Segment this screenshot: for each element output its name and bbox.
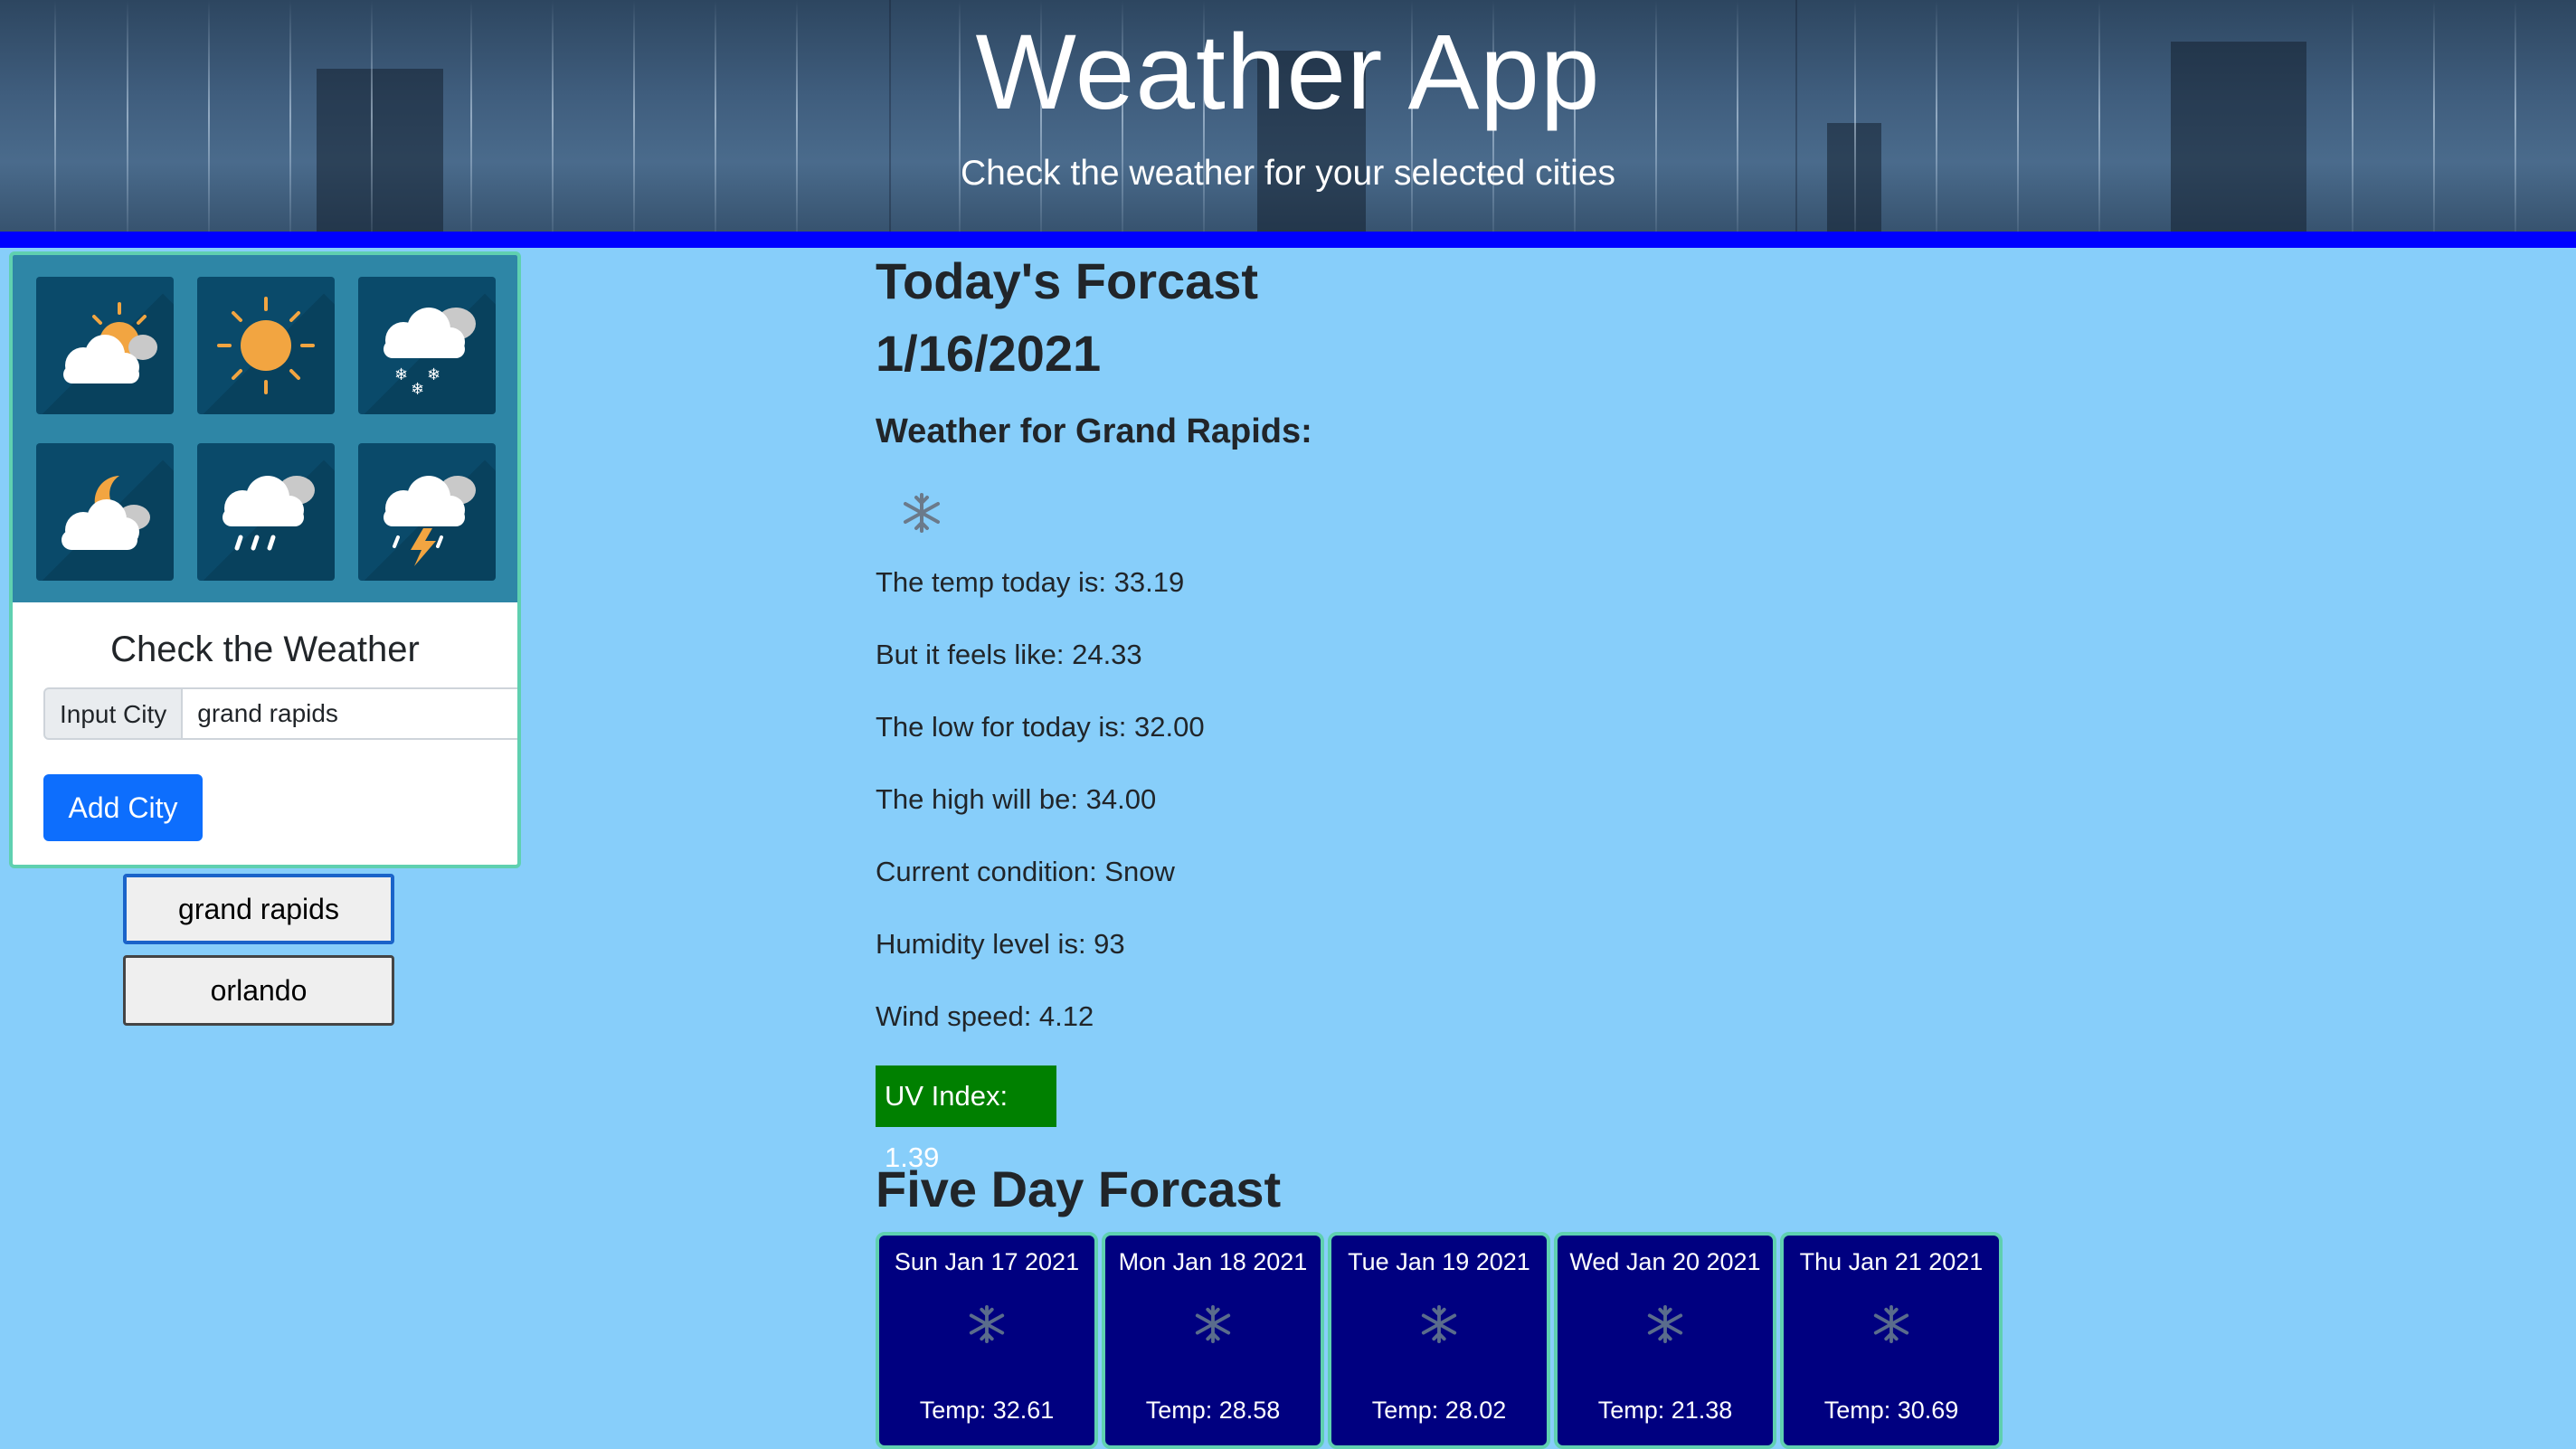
forecast-day-card: Tue Jan 19 2021 Temp: 28.02 — [1328, 1232, 1550, 1449]
partly-sunny-icon — [36, 277, 174, 414]
forecast-date: Tue Jan 19 2021 — [1348, 1248, 1530, 1275]
forecast-day-card: Wed Jan 20 2021 Temp: 21.38 — [1554, 1232, 1776, 1449]
city-input[interactable] — [183, 687, 517, 740]
forecast-temp: Temp: 21.38 — [1597, 1397, 1733, 1424]
feels-like: But it feels like: 24.33 — [876, 639, 1142, 670]
forecast-temp: Temp: 32.61 — [919, 1397, 1055, 1424]
wind-speed: Wind speed: 4.12 — [876, 1000, 1094, 1032]
snowflake-icon — [901, 492, 942, 538]
city-input-group: Input City — [43, 687, 517, 740]
app-subtitle: Check the weather for your selected citi… — [960, 154, 1615, 193]
today-heading: Today's Forcast — [876, 252, 1259, 309]
forecast-day-card: Thu Jan 21 2021 Temp: 30.69 — [1780, 1232, 2003, 1449]
temp-today: The temp today is: 33.19 — [876, 566, 1185, 598]
app-title: Weather App — [975, 13, 1601, 132]
search-card-title: Check the Weather — [110, 630, 420, 669]
saved-city-button-orlando[interactable]: orlando — [123, 955, 394, 1026]
add-city-button[interactable]: Add City — [43, 774, 203, 841]
high-today: The high will be: 34.00 — [876, 783, 1157, 815]
svg-text:❄: ❄ — [411, 380, 424, 399]
snowflake-icon — [1419, 1304, 1459, 1349]
header-banner: Weather App Check the weather for your s… — [0, 0, 2576, 232]
snowflake-icon — [1193, 1304, 1233, 1349]
today-date: 1/16/2021 — [876, 325, 1102, 382]
forecast-temp: Temp: 28.58 — [1145, 1397, 1281, 1424]
weather-icons-banner: ❄ ❄ ❄ — [13, 255, 517, 602]
five-day-heading: Five Day Forcast — [876, 1160, 1282, 1217]
sun-icon — [197, 277, 335, 414]
forecast-date: Thu Jan 21 2021 — [1799, 1248, 1984, 1275]
snowflake-icon — [1871, 1304, 1911, 1349]
thunderstorm-icon — [358, 443, 496, 581]
humidity-level: Humidity level is: 93 — [876, 928, 1125, 960]
svg-text:❄: ❄ — [394, 365, 408, 384]
search-card: ❄ ❄ ❄ Check the Weather Input City grand… — [9, 251, 521, 868]
forecast-date: Wed Jan 20 2021 — [1569, 1248, 1761, 1275]
rain-cloud-icon — [197, 443, 335, 581]
location-heading: Weather for Grand Rapids: — [876, 412, 1312, 450]
header-divider — [0, 232, 2576, 248]
saved-city-button-grand-rapids[interactable]: grand rapids — [123, 874, 394, 944]
forecast-temp: Temp: 28.02 — [1371, 1397, 1507, 1424]
forecast-temp: Temp: 30.69 — [1823, 1397, 1959, 1424]
forecast-date: Mon Jan 18 2021 — [1118, 1248, 1308, 1275]
svg-text:❄: ❄ — [427, 365, 440, 384]
uv-index-badge: UV Index: 1.39 — [876, 1065, 1056, 1173]
forecast-day-card: Mon Jan 18 2021 Temp: 28.58 — [1102, 1232, 1324, 1449]
night-cloud-icon — [36, 443, 174, 581]
city-input-label: Input City — [43, 687, 184, 740]
snowflake-icon — [967, 1304, 1007, 1349]
snow-cloud-icon: ❄ ❄ ❄ — [358, 277, 496, 414]
snowflake-icon — [1645, 1304, 1685, 1349]
low-today: The low for today is: 32.00 — [876, 711, 1205, 743]
forecast-day-card: Sun Jan 17 2021 Temp: 32.61 — [876, 1232, 1098, 1449]
current-condition: Current condition: Snow — [876, 856, 1175, 887]
forecast-date: Sun Jan 17 2021 — [894, 1248, 1080, 1275]
